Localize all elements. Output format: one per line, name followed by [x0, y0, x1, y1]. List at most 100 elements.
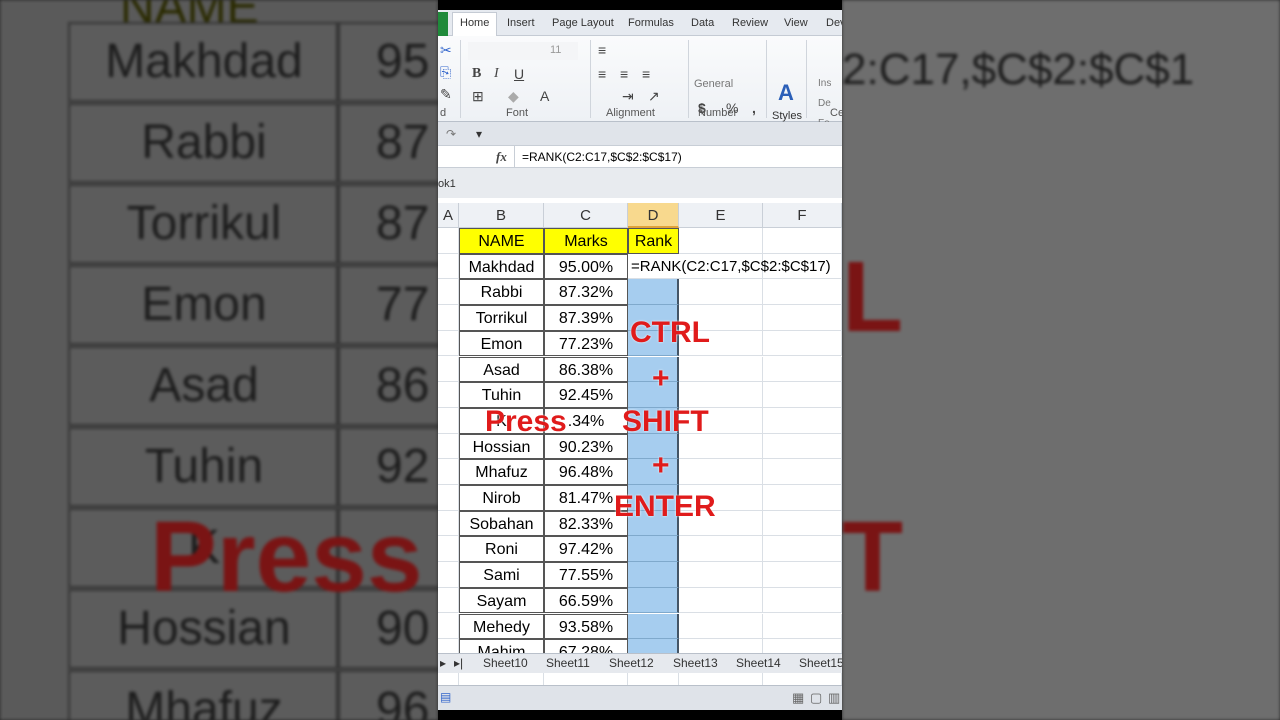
sheet-tab[interactable]: Sheet10	[483, 656, 528, 670]
cell[interactable]	[763, 459, 842, 485]
column-header-e[interactable]: E	[679, 203, 763, 228]
cell[interactable]	[438, 330, 459, 357]
marks-cell[interactable]: 77.23%	[544, 330, 628, 357]
align-top-icon[interactable]: ≡	[598, 42, 606, 58]
cell[interactable]	[763, 433, 842, 460]
align-right-icon[interactable]: ≡	[642, 66, 650, 82]
number-format-value[interactable]: General	[694, 78, 733, 90]
fill-color-icon[interactable]: ◆	[508, 88, 519, 105]
tab-insert[interactable]: Insert	[507, 17, 535, 29]
cell[interactable]	[763, 485, 842, 511]
cell[interactable]	[438, 253, 459, 280]
cell[interactable]	[763, 305, 842, 331]
format-painter-icon[interactable]: ✎	[440, 86, 452, 103]
cell[interactable]	[438, 407, 459, 434]
cell[interactable]	[763, 279, 842, 306]
customize-qat-icon[interactable]: ▾	[476, 127, 482, 141]
cell[interactable]	[763, 510, 842, 537]
orientation-icon[interactable]: ↗	[648, 88, 660, 105]
cell[interactable]	[763, 382, 842, 408]
rank-cell-selected[interactable]	[628, 587, 679, 614]
name-cell[interactable]: Makhdad	[459, 253, 544, 280]
tab-view[interactable]: View	[784, 17, 808, 29]
cell[interactable]	[763, 228, 842, 254]
tab-data[interactable]: Data	[691, 17, 714, 29]
cell[interactable]	[438, 228, 459, 254]
rank-cell-selected[interactable]	[628, 279, 679, 306]
page-layout-view-icon[interactable]: ▢	[810, 690, 822, 706]
cell[interactable]	[438, 536, 459, 563]
marks-cell[interactable]: 95.00%	[544, 253, 628, 280]
cell[interactable]	[438, 279, 459, 306]
sheet-tab[interactable]: Sheet11	[546, 656, 590, 670]
header-rank[interactable]: Rank	[628, 228, 679, 254]
cell[interactable]	[438, 382, 459, 408]
sheet-tab[interactable]: Sheet15	[799, 656, 842, 670]
cell[interactable]	[763, 330, 842, 357]
sheet-nav-next-icon[interactable]: ▸	[440, 656, 446, 670]
font-name-dropdown[interactable]	[468, 42, 578, 60]
macro-record-icon[interactable]: ▤	[440, 690, 451, 704]
column-header-a[interactable]: A	[438, 203, 459, 228]
tab-formulas[interactable]: Formulas	[628, 17, 674, 29]
name-cell[interactable]: Mhafuz	[459, 459, 544, 485]
cell[interactable]	[679, 279, 763, 306]
font-color-icon[interactable]: A	[540, 88, 549, 104]
marks-cell[interactable]: 77.55%	[544, 562, 628, 588]
name-cell[interactable]: Sami	[459, 562, 544, 588]
cell[interactable]	[763, 587, 842, 614]
cell[interactable]	[438, 305, 459, 331]
file-tab[interactable]	[438, 12, 448, 36]
cell[interactable]	[763, 613, 842, 640]
name-cell[interactable]: Sobahan	[459, 510, 544, 537]
active-cell-formula[interactable]: =RANK(C2:C17,$C$2:$C$17)	[628, 254, 842, 280]
column-header-d[interactable]: D	[628, 203, 679, 228]
cut-icon[interactable]: ✂	[440, 42, 452, 59]
marks-cell[interactable]: 96.48%	[544, 459, 628, 485]
page-break-view-icon[interactable]: ▥	[828, 690, 840, 706]
cell[interactable]	[679, 536, 763, 563]
sheet-tab[interactable]: Sheet13	[673, 656, 718, 670]
cell[interactable]	[679, 587, 763, 614]
rank-cell-selected[interactable]	[628, 536, 679, 563]
name-cell[interactable]: Rabbi	[459, 279, 544, 306]
styles-icon[interactable]: A	[778, 80, 794, 106]
copy-icon[interactable]: ⎘	[440, 64, 451, 81]
marks-cell[interactable]: 66.59%	[544, 587, 628, 614]
cell[interactable]	[679, 613, 763, 640]
cell[interactable]	[438, 356, 459, 383]
comma-button[interactable]: ,	[752, 100, 756, 116]
name-cell[interactable]: Roni	[459, 536, 544, 563]
cell[interactable]	[763, 562, 842, 588]
tab-review[interactable]: Review	[732, 17, 768, 29]
column-header-c[interactable]: C	[544, 203, 628, 228]
underline-button[interactable]: U	[514, 66, 524, 82]
tab-page-layout[interactable]: Page Layout	[552, 17, 614, 29]
cell[interactable]	[438, 485, 459, 511]
styles-button[interactable]: Styles	[772, 110, 802, 122]
header-marks[interactable]: Marks	[544, 228, 628, 254]
column-header-b[interactable]: B	[459, 203, 544, 228]
cell[interactable]	[679, 459, 763, 485]
fx-icon[interactable]: fx	[496, 149, 507, 165]
name-cell[interactable]: Asad	[459, 356, 544, 383]
name-cell[interactable]: Mehedy	[459, 613, 544, 640]
borders-icon[interactable]: ⊞	[472, 88, 484, 105]
normal-view-icon[interactable]: ▦	[792, 690, 804, 706]
align-left-icon[interactable]: ≡	[598, 66, 606, 82]
cell[interactable]	[438, 613, 459, 640]
marks-cell[interactable]: 97.42%	[544, 536, 628, 563]
cell[interactable]	[763, 407, 842, 434]
sheet-tab[interactable]: Sheet14	[736, 656, 781, 670]
marks-cell[interactable]: 86.38%	[544, 356, 628, 383]
cell[interactable]	[438, 562, 459, 588]
sheet-tab[interactable]: Sheet12	[609, 656, 654, 670]
tab-developer[interactable]: Dev	[826, 17, 842, 29]
marks-cell[interactable]: 87.39%	[544, 305, 628, 331]
tab-home[interactable]: Home	[452, 12, 498, 36]
cell[interactable]	[438, 433, 459, 460]
redo-icon[interactable]: ↷	[446, 127, 456, 141]
name-cell[interactable]: Sayam	[459, 587, 544, 614]
cell[interactable]	[763, 356, 842, 383]
cell[interactable]	[679, 228, 763, 254]
